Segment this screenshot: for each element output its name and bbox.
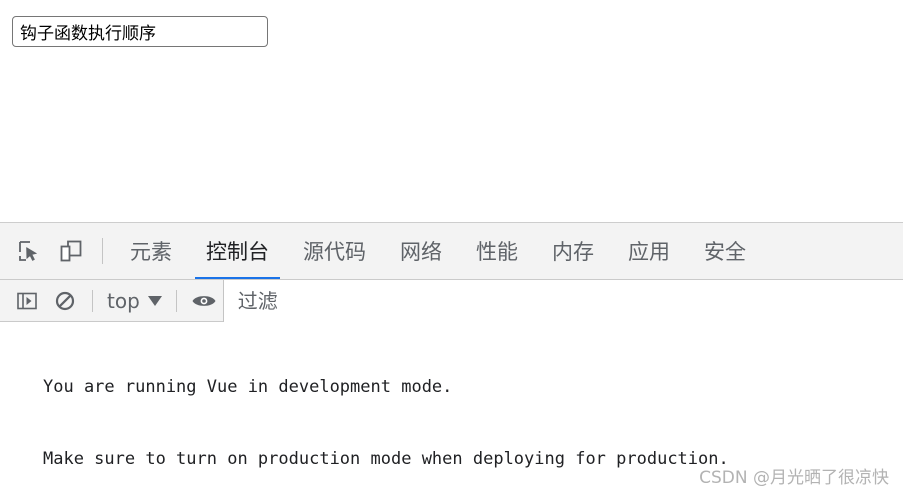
devtools-tabbar: 元素 控制台 源代码 网络 性能 内存 应用 安全	[0, 223, 903, 280]
execution-context-selector[interactable]: top	[101, 286, 168, 316]
console-toolbar-divider-1	[92, 289, 93, 312]
clear-console-glyph	[55, 291, 75, 310]
tab-performance[interactable]: 性能	[459, 223, 535, 279]
tab-console[interactable]: 控制台	[189, 223, 286, 279]
tab-network[interactable]: 网络	[383, 223, 459, 279]
tab-sources-label: 源代码	[303, 240, 366, 264]
tab-application[interactable]: 应用	[611, 223, 687, 279]
tab-security-label: 安全	[704, 240, 746, 264]
tab-performance-label: 性能	[476, 240, 518, 264]
tab-network-label: 网络	[400, 240, 442, 264]
tabbar-divider	[102, 238, 103, 264]
browser-window: 元素 控制台 源代码 网络 性能 内存 应用 安全	[0, 0, 903, 500]
inspect-element-icon[interactable]	[8, 230, 50, 272]
page-viewport	[0, 0, 903, 222]
console-message-list[interactable]: You are running Vue in development mode.…	[0, 322, 903, 500]
tab-console-label: 控制台	[206, 240, 269, 264]
console-toolbar-divider-2	[175, 289, 177, 312]
console-sidebar-icon[interactable]	[8, 282, 46, 320]
device-toolbar-icon[interactable]	[50, 230, 92, 272]
console-message-line: Make sure to turn on production mode whe…	[43, 449, 729, 469]
live-expression-eye-icon[interactable]	[185, 282, 223, 320]
console-toolbar: top	[0, 279, 903, 322]
console-sidebar-glyph	[17, 292, 37, 309]
tab-application-label: 应用	[628, 240, 670, 264]
tab-elements-label: 元素	[130, 240, 172, 264]
clear-console-icon[interactable]	[46, 282, 84, 320]
inspect-element-glyph	[19, 241, 37, 261]
devtools-panel: 元素 控制台 源代码 网络 性能 内存 应用 安全 top 过滤 You are…	[0, 222, 903, 500]
console-message-line: You are running Vue in development mode.	[43, 377, 453, 397]
tab-memory-label: 内存	[552, 240, 594, 264]
tab-sources[interactable]: 源代码	[286, 223, 383, 279]
execution-context-label: top	[107, 288, 140, 313]
device-toolbar-glyph	[60, 240, 82, 262]
chevron-down-icon	[147, 295, 162, 306]
tab-elements[interactable]: 元素	[113, 223, 189, 279]
eye-glyph	[192, 295, 216, 306]
console-message-row: You are running Vue in development mode.…	[0, 322, 903, 500]
hook-order-text-input[interactable]	[12, 16, 268, 47]
tab-memory[interactable]: 内存	[535, 223, 611, 279]
console-filter-input[interactable]	[222, 279, 903, 322]
tab-security[interactable]: 安全	[687, 223, 763, 279]
